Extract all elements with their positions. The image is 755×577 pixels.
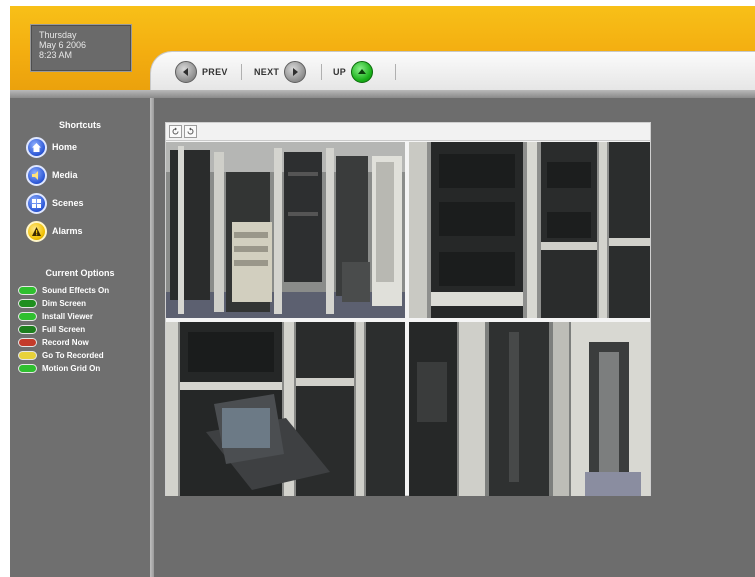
motion-grid-icon bbox=[18, 364, 37, 373]
up-label: UP bbox=[333, 67, 347, 77]
option-full-screen[interactable]: Full Screen bbox=[18, 324, 85, 335]
home-icon bbox=[26, 136, 47, 158]
sidebar: Shortcuts Home Media Scenes Alarms Curre… bbox=[10, 98, 150, 577]
dim-icon bbox=[18, 299, 37, 308]
sidebar-divider bbox=[150, 98, 154, 577]
option-go-to-recorded[interactable]: Go To Recorded bbox=[18, 350, 104, 361]
app-window: Thursday May 6 2006 8:23 AM PREV NEXT UP bbox=[10, 6, 755, 577]
arrow-up-icon bbox=[351, 61, 374, 83]
arrow-left-icon bbox=[175, 61, 197, 83]
sound-icon bbox=[18, 286, 37, 295]
option-label: Full Screen bbox=[42, 325, 86, 334]
shortcut-label: Home bbox=[52, 142, 78, 152]
date-text: May 6 2006 bbox=[39, 40, 87, 50]
record-icon bbox=[18, 338, 37, 347]
rotate-left-icon[interactable] bbox=[169, 125, 182, 138]
camera-feed-3[interactable] bbox=[166, 322, 405, 496]
shortcut-media[interactable]: Media bbox=[26, 164, 78, 186]
fullscreen-icon bbox=[18, 325, 37, 334]
alarm-icon bbox=[26, 220, 47, 242]
option-dim-screen[interactable]: Dim Screen bbox=[18, 298, 86, 309]
next-label: NEXT bbox=[254, 67, 280, 77]
camera-feed-4[interactable] bbox=[409, 322, 650, 496]
shortcut-scenes[interactable]: Scenes bbox=[26, 192, 84, 214]
prev-button[interactable]: PREV bbox=[175, 60, 228, 84]
header-divider bbox=[10, 90, 755, 98]
option-record-now[interactable]: Record Now bbox=[18, 337, 89, 348]
rotate-right-icon[interactable] bbox=[184, 125, 197, 138]
shortcuts-heading: Shortcuts bbox=[58, 120, 101, 130]
camera-feed-2[interactable] bbox=[409, 142, 650, 318]
shortcut-label: Scenes bbox=[52, 198, 84, 208]
header-bar: Thursday May 6 2006 8:23 AM PREV NEXT UP bbox=[10, 6, 755, 94]
day-text: Thursday bbox=[39, 30, 77, 40]
option-label: Dim Screen bbox=[42, 299, 87, 308]
time-text: 8:23 AM bbox=[39, 50, 73, 60]
navigation-toolbar: PREV NEXT UP bbox=[150, 51, 755, 91]
option-sound-effects[interactable]: Sound Effects On bbox=[18, 285, 109, 296]
camera-feed-1[interactable] bbox=[166, 142, 405, 318]
scenes-icon bbox=[26, 192, 47, 214]
current-options-heading: Current Options bbox=[45, 268, 115, 278]
up-button[interactable]: UP bbox=[333, 60, 374, 84]
toolbar-divider bbox=[395, 64, 396, 80]
option-label: Sound Effects On bbox=[42, 286, 110, 295]
option-label: Go To Recorded bbox=[42, 351, 104, 360]
shortcut-home[interactable]: Home bbox=[26, 136, 77, 158]
next-button[interactable]: NEXT bbox=[254, 60, 307, 84]
camera-viewer bbox=[165, 122, 651, 496]
install-icon bbox=[18, 312, 37, 321]
shortcut-label: Media bbox=[52, 170, 78, 180]
shortcut-alarms[interactable]: Alarms bbox=[26, 220, 83, 242]
option-install-viewer[interactable]: Install Viewer bbox=[18, 311, 93, 322]
speaker-icon bbox=[26, 164, 47, 186]
viewer-toolbar bbox=[166, 123, 650, 141]
shortcut-label: Alarms bbox=[52, 226, 83, 236]
prev-label: PREV bbox=[202, 67, 228, 77]
option-motion-grid[interactable]: Motion Grid On bbox=[18, 363, 100, 374]
toolbar-divider bbox=[321, 64, 322, 80]
option-label: Motion Grid On bbox=[42, 364, 101, 373]
datetime-display: Thursday May 6 2006 8:23 AM bbox=[30, 24, 132, 72]
option-label: Install Viewer bbox=[42, 312, 93, 321]
arrow-right-icon bbox=[284, 61, 307, 83]
toolbar-divider bbox=[241, 64, 242, 80]
option-label: Record Now bbox=[42, 338, 89, 347]
recorded-icon bbox=[18, 351, 37, 360]
